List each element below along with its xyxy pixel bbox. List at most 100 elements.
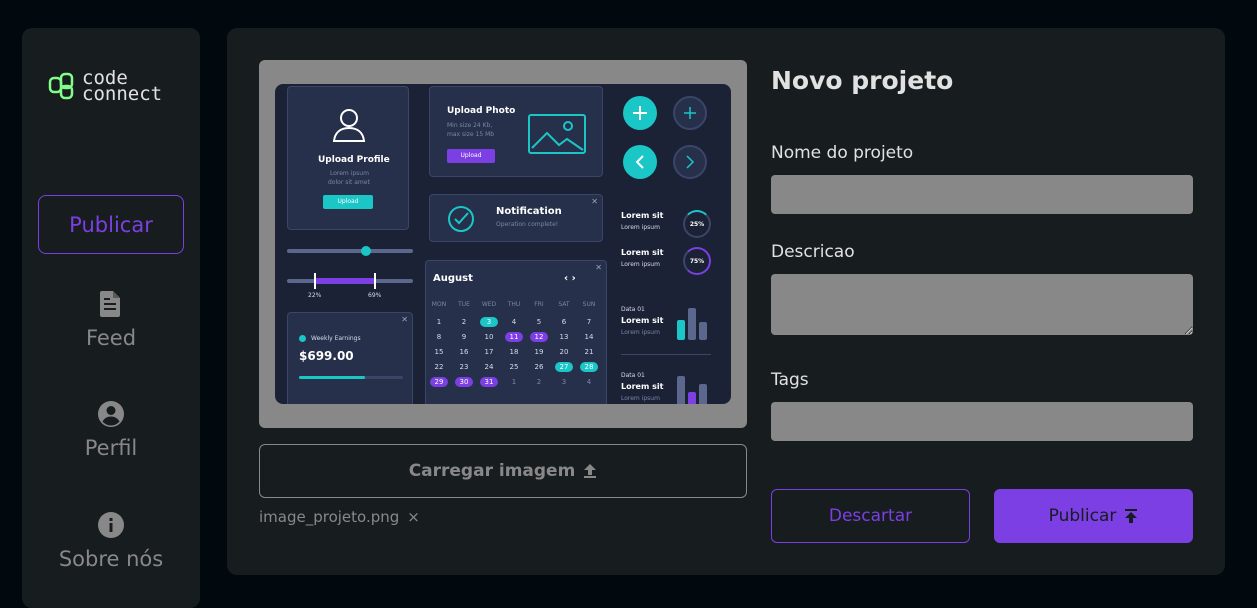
mockup-bar (677, 320, 685, 340)
mockup-calendar-grid: MON TUE WED THU FRI SAT SUN 1 2 3 4 5 6 7 8 9 10 11 12 13 14… (430, 301, 604, 404)
mockup-text: 69% (368, 292, 382, 299)
mockup-calendar-day: 26 (534, 363, 544, 371)
discard-button[interactable]: Descartar (771, 489, 970, 543)
mockup-progress-fill (299, 376, 365, 379)
mockup-notification-card: Notification Operation complete! ✕ (429, 194, 603, 242)
mockup-calendar-weekday: FRI (534, 301, 544, 308)
mockup-calendar-day: 2 (536, 378, 542, 386)
sidebar-item-feed[interactable]: Feed (22, 290, 200, 350)
publish-icon (1125, 509, 1138, 523)
logo[interactable]: code connect (48, 69, 163, 105)
mockup-upload-button: Upload (323, 195, 373, 209)
mockup-bar (688, 308, 696, 340)
mockup-calendar-day: 5 (536, 318, 542, 326)
mockup-calendar-day: 31 (480, 377, 498, 387)
mockup-calendar-day: 1 (511, 378, 517, 386)
mockup-calendar-day: 18 (509, 348, 519, 356)
document-icon (100, 291, 120, 317)
mockup-calendar-day: 28 (580, 362, 598, 372)
mockup-text: Lorem ipsum (621, 224, 660, 231)
mockup-text: Upload Profile (318, 155, 390, 165)
mockup-text: Lorem sit (621, 248, 664, 257)
mockup-calendar-day: 30 (455, 377, 473, 387)
remove-file-icon[interactable]: × (407, 508, 420, 526)
sidebar-item-sobre-nos[interactable]: Sobre nós (22, 511, 200, 571)
preview-image: Upload Profile Lorem ipsum dolor sit ame… (275, 84, 731, 404)
sidebar-publish-button[interactable]: Publicar (38, 195, 184, 254)
mockup-calendar-day: 21 (584, 348, 594, 356)
mockup-bar (688, 392, 696, 404)
mockup-progress-ring: 25% (683, 210, 711, 238)
mockup-calendar-day: 22 (434, 363, 444, 371)
sidebar-item-label: Perfil (84, 436, 138, 460)
description-textarea[interactable] (771, 274, 1193, 335)
sidebar: code connect Publicar Feed Perfil Sobre … (22, 28, 200, 608)
mockup-slider (287, 249, 413, 253)
form-title: Novo projeto (771, 66, 954, 95)
sidebar-item-label: Sobre nós (58, 547, 164, 571)
mockup-calendar-day: 13 (559, 333, 569, 341)
mockup-calendar-day: 4 (586, 378, 592, 386)
mockup-calendar-day: 6 (561, 318, 567, 326)
mockup-range-fill (315, 278, 375, 284)
mockup-range-handle (314, 273, 316, 289)
mockup-text: August (433, 273, 473, 284)
mockup-calendar-nav-icon: ‹ › (564, 273, 576, 284)
main-panel: Upload Profile Lorem ipsum dolor sit ame… (227, 28, 1225, 575)
mockup-round-buttons (623, 96, 707, 179)
mockup-text: Min size 24 Kb, (447, 122, 493, 129)
project-name-label: Nome do projeto (771, 143, 914, 163)
mockup-text: dolor sit amet (328, 179, 370, 186)
mockup-calendar-weekday: MON (431, 301, 447, 308)
mockup-calendar-day: 15 (434, 348, 444, 356)
tags-input[interactable] (771, 402, 1193, 441)
mockup-calendar-day: 7 (586, 318, 592, 326)
project-name-input[interactable] (771, 175, 1193, 214)
mockup-calendar-day: 19 (534, 348, 544, 356)
mockup-calendar-day: 11 (505, 332, 523, 342)
logo-line2: connect (82, 83, 163, 105)
mockup-text: Lorem ipsum (621, 329, 660, 336)
mockup-calendar-day: 3 (480, 317, 498, 327)
mockup-upload-button: Upload (447, 149, 495, 163)
mockup-text: Lorem sit (621, 316, 664, 325)
mockup-text: Lorem ipsum (330, 170, 369, 177)
mockup-calendar-day: 17 (484, 348, 494, 356)
mockup-slider-knob (361, 246, 371, 256)
image-icon (528, 114, 586, 154)
account-circle-icon (98, 401, 124, 427)
mockup-calendar-day: 3 (561, 378, 567, 386)
mockup-divider (621, 354, 711, 355)
mockup-calendar-weekday: WED (481, 301, 497, 308)
user-icon (332, 109, 366, 142)
publish-button[interactable]: Publicar (994, 489, 1193, 543)
upload-image-button[interactable]: Carregar imagem (259, 444, 747, 498)
mockup-text: Lorem sit (621, 211, 664, 220)
mockup-text: 22% (308, 292, 322, 299)
mockup-calendar-day: 24 (484, 363, 494, 371)
mockup-calendar-day: 4 (511, 318, 517, 326)
mockup-calendar: August ‹ › ✕ MON TUE WED THU FRI SAT SUN 1 2 3 4 5 6… (425, 260, 607, 404)
file-name: image_projeto.png (259, 508, 400, 526)
mockup-calendar-weekday: SUN (582, 301, 596, 308)
mockup-text: Operation complete! (496, 221, 559, 228)
mockup-text: Weekly Earnings (311, 335, 361, 342)
mockup-calendar-day: 14 (584, 333, 594, 341)
mockup-calendar-day: 25 (509, 363, 519, 371)
mockup-calendar-day: 1 (436, 318, 442, 326)
mockup-text: Data 01 (621, 306, 645, 313)
mockup-bar (677, 376, 685, 404)
mockup-text: Upload Photo (447, 106, 516, 116)
mockup-dot (299, 335, 306, 342)
publish-label: Publicar (1048, 506, 1117, 526)
upload-icon (584, 464, 597, 478)
image-preview: Upload Profile Lorem ipsum dolor sit ame… (259, 60, 747, 428)
mockup-text: max size 15 Mb (447, 131, 495, 138)
mockup-upload-profile-card: Upload Profile Lorem ipsum dolor sit ame… (287, 86, 409, 230)
mockup-calendar-day: 12 (530, 332, 548, 342)
selected-file: image_projeto.png × (259, 508, 420, 526)
mockup-earnings-card: Weekly Earnings $699.00 ✕ (287, 312, 413, 404)
mockup-text: Lorem sit (621, 382, 664, 391)
sidebar-item-label: Feed (85, 326, 137, 350)
sidebar-item-perfil[interactable]: Perfil (22, 400, 200, 460)
